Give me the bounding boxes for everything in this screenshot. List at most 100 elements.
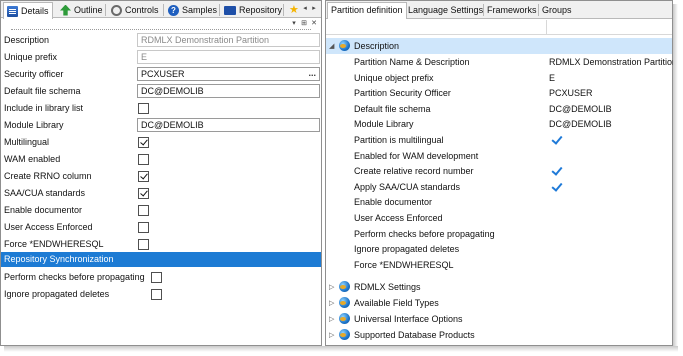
user-access-enforced-row: User Access Enforced xyxy=(1,219,321,236)
default-file-schema-field[interactable]: DC@DEMOLIB xyxy=(137,84,320,98)
ignore-deletes-row: Ignore propagated deletes xyxy=(1,286,321,303)
include-in-library-list-row: Include in library list xyxy=(1,100,321,117)
grid-row-name: Module Library xyxy=(354,119,414,130)
module-library-field[interactable]: DC@DEMOLIB xyxy=(137,118,320,132)
controls-icon xyxy=(111,4,122,16)
tab-separator xyxy=(163,4,164,16)
grid-row-value: PCXUSER xyxy=(549,88,593,99)
create-rrno-column-checkbox[interactable] xyxy=(138,171,149,182)
module-library-row: Module Library DC@DEMOLIB xyxy=(1,117,321,134)
grid-row[interactable]: Default file schema DC@DEMOLIB xyxy=(326,101,672,117)
globe-icon xyxy=(339,313,350,324)
include-in-library-list-checkbox[interactable] xyxy=(138,103,149,114)
expand-icon[interactable]: ▷ xyxy=(329,315,334,323)
grid-row[interactable]: Partition Security Officer PCXUSER xyxy=(326,85,672,101)
group-label: RDMLX Settings xyxy=(354,282,421,292)
tab-separator xyxy=(283,4,284,16)
globe-icon xyxy=(339,281,350,292)
column-splitter[interactable] xyxy=(546,20,547,35)
repository-sync-section-header[interactable]: Repository Synchronization xyxy=(1,252,321,267)
expand-icon[interactable]: ▷ xyxy=(329,283,334,291)
grid-row[interactable]: Apply SAA/CUA standards xyxy=(326,179,672,195)
group-row[interactable]: ▷ RDMLX Settings xyxy=(326,279,672,295)
force-endwheresql-row: Force *ENDWHERESQL xyxy=(1,236,321,253)
dropdown-icon[interactable]: ▾ xyxy=(290,20,298,28)
checkmark-icon xyxy=(551,181,561,191)
description-row: Description RDMLX Demonstration Partitio… xyxy=(1,32,321,49)
security-officer-field[interactable]: PCXUSER ... xyxy=(137,67,320,81)
description-label: Description xyxy=(4,35,50,45)
grid-row-name: Enabled for WAM development xyxy=(354,150,479,161)
ignore-deletes-checkbox[interactable] xyxy=(151,289,162,300)
description-field[interactable]: RDMLX Demonstration Partition xyxy=(137,33,320,47)
default-file-schema-label: Default file schema xyxy=(4,86,81,96)
wam-enabled-label: WAM enabled xyxy=(4,154,61,164)
ellipsis-button[interactable]: ... xyxy=(308,68,316,79)
tab-outline-label: Outline xyxy=(74,5,103,15)
properties-panel: Details Outline Controls ? Samples Repos… xyxy=(0,0,322,346)
group-label: Universal Interface Options xyxy=(354,314,463,324)
grid-row[interactable]: Unique object prefix E xyxy=(326,70,672,86)
perform-checks-label: Perform checks before propagating xyxy=(4,272,145,282)
grid-row[interactable]: Enable documentor xyxy=(326,194,672,210)
group-row[interactable]: ▷ Available Field Types xyxy=(326,295,672,311)
multilingual-label: Multilingual xyxy=(4,137,50,147)
wam-enabled-checkbox[interactable] xyxy=(138,154,149,165)
tab-partition-definition[interactable]: Partition definition xyxy=(327,2,407,19)
tab-groups[interactable]: Groups xyxy=(539,3,575,19)
close-icon[interactable]: ✕ xyxy=(310,20,318,28)
grid-row-value: DC@DEMOLIB xyxy=(549,103,612,114)
grid-row[interactable]: Enabled for WAM development xyxy=(326,148,672,164)
grid-row-name: Partition Name & Description xyxy=(354,57,470,67)
unique-prefix-field[interactable]: E xyxy=(137,50,320,64)
tab-frameworks[interactable]: Frameworks xyxy=(484,3,540,19)
expand-icon[interactable]: ▷ xyxy=(329,331,334,339)
grid-row-name: Create relative record number xyxy=(354,166,474,177)
user-access-enforced-checkbox[interactable] xyxy=(138,222,149,233)
grid-row[interactable]: Partition Name & Description RDMLX Demons… xyxy=(326,54,677,70)
grid-row[interactable]: Partition is multilingual xyxy=(326,132,672,148)
force-endwheresql-label: Force *ENDWHERESQL xyxy=(4,239,104,249)
expand-icon[interactable]: ▷ xyxy=(329,299,334,307)
tab-repository[interactable]: Repository xyxy=(221,2,285,18)
repository-sync-title: Repository Synchronization xyxy=(4,254,114,264)
grid-row[interactable]: Create relative record number xyxy=(326,163,672,179)
star-icon: ★ xyxy=(289,3,299,16)
enable-documentor-label: Enable documentor xyxy=(4,205,83,215)
window-shadow xyxy=(4,346,678,352)
tab-controls-label: Controls xyxy=(125,5,159,15)
grid-row[interactable]: Perform checks before propagating xyxy=(326,226,672,242)
grid-row[interactable]: Module Library DC@DEMOLIB xyxy=(326,116,672,132)
partition-editor: Partition definition Language Settings F… xyxy=(325,0,677,346)
tab-scroll-right-icon[interactable]: ▸ xyxy=(310,5,318,13)
grid-header xyxy=(326,20,672,35)
window-shadow xyxy=(673,4,678,350)
tab-details-label: Details xyxy=(21,6,49,16)
tab-outline[interactable]: Outline xyxy=(57,2,106,18)
grid-row-name: User Access Enforced xyxy=(354,213,443,223)
tab-separator xyxy=(219,4,220,16)
group-row[interactable]: ▷ Universal Interface Options xyxy=(326,311,672,327)
enable-documentor-checkbox[interactable] xyxy=(138,205,149,216)
unique-prefix-label: Unique prefix xyxy=(4,52,58,62)
tab-controls[interactable]: Controls xyxy=(108,2,162,18)
security-officer-row: Security officer PCXUSER ... xyxy=(1,66,321,83)
group-description[interactable]: ◢ Description xyxy=(326,38,672,54)
pin-icon[interactable]: ⊞ xyxy=(300,20,308,28)
perform-checks-checkbox[interactable] xyxy=(151,272,162,283)
tab-scroll-left-icon[interactable]: ◂ xyxy=(301,5,309,13)
group-row[interactable]: ▷ Supported Database Products xyxy=(326,327,672,343)
group-label: Supported Database Products xyxy=(354,330,475,340)
grid-row[interactable]: Ignore propagated deletes xyxy=(326,241,672,257)
saa-cua-standards-checkbox[interactable] xyxy=(138,188,149,199)
collapse-icon[interactable]: ◢ xyxy=(329,42,334,50)
grid-row[interactable]: Force *ENDWHERESQL xyxy=(326,257,672,273)
tab-details[interactable]: Details xyxy=(3,2,53,19)
tab-language-settings[interactable]: Language Settings xyxy=(405,3,486,19)
grid-row[interactable]: User Access Enforced xyxy=(326,210,672,226)
tab-samples[interactable]: ? Samples xyxy=(165,2,220,18)
create-rrno-column-row: Create RRNO column xyxy=(1,168,321,185)
grid-row-name: Apply SAA/CUA standards xyxy=(354,181,461,192)
multilingual-checkbox[interactable] xyxy=(138,137,149,148)
force-endwheresql-checkbox[interactable] xyxy=(138,239,149,250)
